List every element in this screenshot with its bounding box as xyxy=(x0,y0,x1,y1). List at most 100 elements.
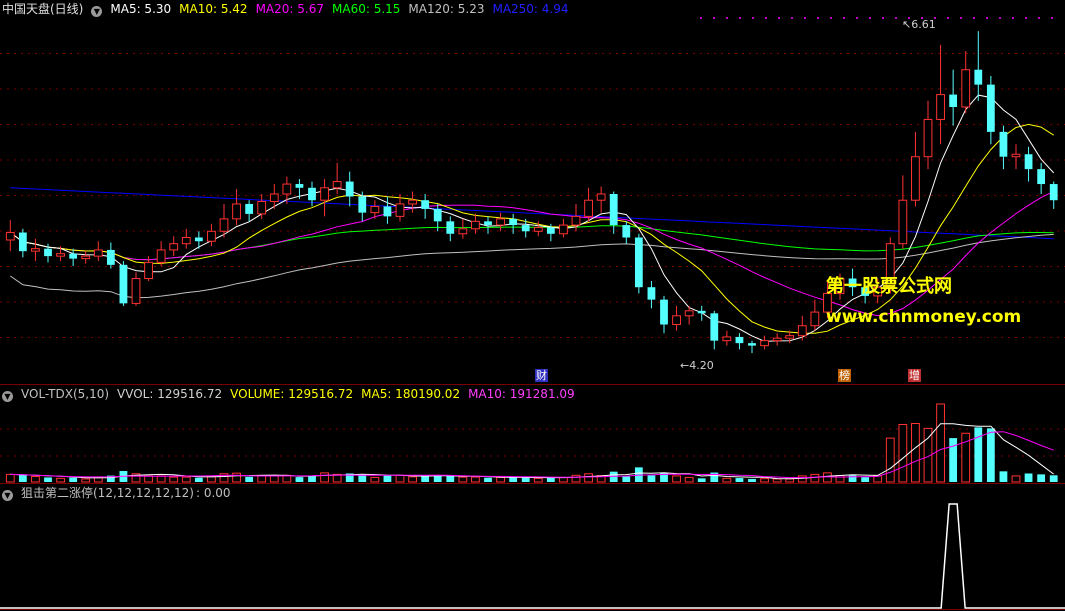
volume-bar xyxy=(44,477,52,482)
candle-body xyxy=(69,253,78,259)
candle-body xyxy=(332,181,342,189)
volume-bar xyxy=(245,476,254,482)
low-price-label: ←4.20 xyxy=(680,359,714,372)
volume-bar xyxy=(18,474,27,482)
candle-body xyxy=(722,336,732,342)
signal-indicator-header: ▼ 狙击第二涨停(12,12,12,12,12): 0.00 xyxy=(2,485,239,501)
volume-bar xyxy=(395,474,405,483)
candle-body xyxy=(672,315,681,325)
collapse-icon[interactable]: ▼ xyxy=(2,490,13,501)
kline-chart[interactable] xyxy=(0,0,1065,611)
candle-body xyxy=(521,225,530,232)
candle-body xyxy=(144,261,153,280)
collapse-icon[interactable]: ▼ xyxy=(2,391,13,402)
candle-body xyxy=(596,193,606,201)
candle-body xyxy=(1049,184,1058,201)
volume-bar xyxy=(232,472,241,483)
event-dot xyxy=(856,17,858,19)
volume-bar xyxy=(533,477,543,483)
volume-bar xyxy=(898,423,908,483)
candle-body xyxy=(93,249,103,257)
volume-bar xyxy=(69,477,78,482)
candle-body xyxy=(647,287,656,300)
event-dot xyxy=(947,17,949,19)
candle-body xyxy=(106,249,115,265)
candle-body xyxy=(257,200,267,215)
volume-bar xyxy=(911,423,920,483)
volume-bar xyxy=(748,478,756,482)
candle-body xyxy=(18,232,27,252)
candle-body xyxy=(760,340,769,347)
event-dot xyxy=(713,17,715,19)
increase-marker[interactable]: 增 xyxy=(908,369,921,382)
candle-body xyxy=(44,248,52,257)
volume-bar xyxy=(1049,475,1058,482)
volume-bar xyxy=(5,473,15,483)
volume-bar xyxy=(156,475,166,483)
candle-body xyxy=(697,310,706,314)
volume-bar xyxy=(986,428,995,482)
collapse-icon[interactable]: ▼ xyxy=(91,6,103,17)
candle-body xyxy=(584,199,593,217)
volume-bar xyxy=(861,477,870,482)
candle-body xyxy=(1037,169,1046,185)
volume-bar xyxy=(571,474,581,483)
candle-body xyxy=(898,199,908,245)
event-dot xyxy=(869,17,871,19)
finance-marker[interactable]: 财 xyxy=(535,369,548,382)
volume-bar xyxy=(1024,473,1033,482)
candle-body xyxy=(772,337,782,342)
candle-body xyxy=(358,196,367,213)
candle-body xyxy=(131,278,141,304)
volume-bar xyxy=(471,476,480,483)
candle-body xyxy=(571,215,581,226)
candle-body xyxy=(785,335,795,339)
candle-body xyxy=(408,199,417,205)
candle-body xyxy=(660,299,668,325)
ma5-line xyxy=(10,94,1055,342)
volume-bar xyxy=(672,475,681,483)
candle-body xyxy=(308,187,316,201)
volume-bar xyxy=(1011,475,1021,483)
event-dot xyxy=(1038,17,1040,19)
volume-bar xyxy=(722,477,732,483)
volume-bar xyxy=(785,478,795,483)
volume-bar xyxy=(823,472,832,483)
candle-body xyxy=(797,325,807,337)
candle-body xyxy=(1011,153,1021,158)
candle-body xyxy=(923,118,933,158)
volume-bar xyxy=(269,475,279,483)
candle-body xyxy=(559,224,568,235)
volume-bar xyxy=(421,475,430,482)
volume-bar xyxy=(458,476,468,483)
volume-bar xyxy=(56,477,65,483)
event-dot xyxy=(999,17,1001,19)
candle-body xyxy=(56,253,65,257)
event-dot xyxy=(765,17,767,19)
event-dot xyxy=(1025,17,1027,19)
vol-legend-3: MA10: 191281.09 xyxy=(468,387,575,401)
main-indicator-header: 中国天盘(日线) ▼ MA5: 5.30 MA10: 5.42 MA20: 5.67 MA… xyxy=(2,1,585,17)
candle-body xyxy=(1024,154,1033,170)
ma-legend-3: MA60: 5.15 xyxy=(332,2,401,16)
volume-bar xyxy=(181,476,191,483)
candle-body xyxy=(345,181,354,197)
volume-bar xyxy=(622,476,631,482)
ma-legend-0: MA5: 5.30 xyxy=(110,2,172,16)
volume-bar xyxy=(584,473,593,483)
vol-legend-2: MA5: 180190.02 xyxy=(361,387,461,401)
candle-body xyxy=(533,227,543,232)
volume-bar xyxy=(31,476,40,483)
candle-body xyxy=(219,218,229,232)
candle-body xyxy=(999,131,1008,157)
volume-bar xyxy=(446,475,455,482)
candle-body xyxy=(546,227,555,234)
candle-body xyxy=(509,218,518,226)
candle-body xyxy=(181,237,191,245)
volume-bar xyxy=(496,476,505,483)
volume-indicator-header: ▼ VOL-TDX(5,10) VVOL: 129516.72 VOLUME: 129… xyxy=(2,386,591,402)
candle-body xyxy=(269,193,279,202)
rank-marker[interactable]: 榜 xyxy=(838,369,851,382)
candle-body xyxy=(496,218,505,226)
watermark-url: www.chnmoney.com xyxy=(826,307,1022,327)
